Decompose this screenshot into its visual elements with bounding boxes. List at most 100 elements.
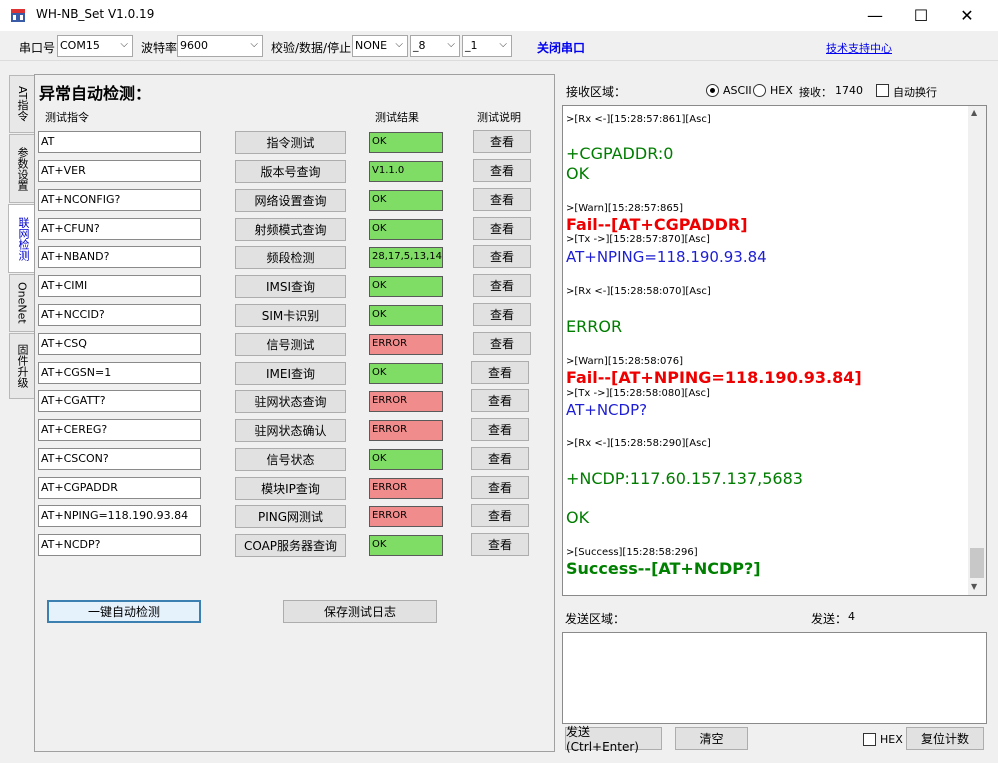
test-button[interactable]: 信号状态	[235, 448, 346, 471]
tab-onenet[interactable]: OneNet	[9, 274, 35, 332]
log-line-succ: Success--[AT+NCDP?]	[566, 559, 761, 578]
test-button[interactable]: 驻网状态查询	[235, 390, 346, 413]
chevron-down-icon: ⌵	[395, 39, 403, 50]
log-line-meta: >[Warn][15:28:58:076]	[566, 356, 684, 367]
view-button[interactable]: 查看	[473, 332, 531, 355]
hex-radio[interactable]	[753, 84, 766, 97]
tab-params[interactable]: 参数设置	[9, 134, 35, 203]
log-line-meta: >[Rx <-][15:28:57:861][Asc]	[566, 114, 711, 125]
tab-label: AT指令	[16, 86, 29, 122]
baud-select[interactable]: 9600 ⌵	[177, 35, 263, 57]
result-field: OK	[369, 449, 443, 470]
close-port-button[interactable]: 关闭串口	[537, 39, 585, 56]
data-bits-select[interactable]: _8 ⌵	[410, 35, 460, 57]
test-button[interactable]: IMSI查询	[235, 275, 346, 298]
log-line-fail: Fail--[AT+CGPADDR]	[566, 215, 748, 234]
send-button[interactable]: 发送(Ctrl+Enter)	[565, 725, 662, 754]
tab-firmware[interactable]: 固件升级	[9, 333, 35, 399]
send-textarea[interactable]	[562, 632, 987, 724]
test-button[interactable]: 网络设置查询	[235, 189, 346, 212]
minimize-button[interactable]: —	[852, 0, 898, 31]
view-button[interactable]: 查看	[471, 447, 529, 470]
view-button[interactable]: 查看	[473, 217, 531, 240]
log-line-meta: >[Success][15:28:58:296]	[566, 547, 698, 558]
view-button[interactable]: 查看	[471, 476, 529, 499]
view-button[interactable]: 查看	[471, 361, 529, 384]
cmd-input[interactable]: AT+CSCON?	[38, 448, 201, 470]
cmd-input[interactable]: AT+CGSN=1	[38, 362, 201, 384]
log-status-label: Fail	[566, 215, 598, 234]
log-status-detail: --[AT+NCDP?]	[637, 559, 761, 578]
cmd-input[interactable]: AT+CGPADDR	[38, 477, 201, 499]
view-button[interactable]: 查看	[471, 504, 529, 527]
cmd-input[interactable]: AT+VER	[38, 160, 201, 182]
receive-scrollbar[interactable]: ▲ ▼	[968, 106, 986, 595]
cmd-input[interactable]: AT+NCDP?	[38, 534, 201, 556]
close-button[interactable]: ✕	[944, 0, 990, 31]
view-button[interactable]: 查看	[473, 130, 531, 153]
scroll-down-icon[interactable]: ▼	[971, 582, 977, 591]
result-field: OK	[369, 132, 443, 153]
autowrap-checkbox[interactable]	[876, 84, 889, 97]
test-button[interactable]: 模块IP查询	[235, 477, 346, 500]
log-line-meta: >[Rx <-][15:28:58:290][Asc]	[566, 438, 711, 449]
log-line-resp: +NCDP:117.60.157.137,5683	[566, 469, 803, 488]
send-hex-label: HEX	[880, 733, 903, 746]
view-button[interactable]: 查看	[471, 389, 529, 412]
parity-select[interactable]: NONE ⌵	[352, 35, 408, 57]
result-field: ERROR	[369, 334, 443, 355]
port-select[interactable]: COM15 ⌵	[57, 35, 133, 57]
test-button[interactable]: SIM卡识别	[235, 304, 346, 327]
send-hex-checkbox[interactable]	[863, 733, 876, 746]
receive-count: 1740	[835, 84, 863, 97]
result-field: ERROR	[369, 391, 443, 412]
cmd-input[interactable]: AT+CIMI	[38, 275, 201, 297]
scroll-thumb[interactable]	[970, 548, 984, 578]
test-button[interactable]: 驻网状态确认	[235, 419, 346, 442]
cmd-input[interactable]: AT+CEREG?	[38, 419, 201, 441]
view-button[interactable]: 查看	[473, 188, 531, 211]
receive-textarea[interactable]: >[Rx <-][15:28:57:861][Asc] +CGPADDR:0 OK >…	[562, 105, 987, 596]
cmd-input[interactable]: AT+NCCID?	[38, 304, 201, 326]
col-header-result: 测试结果	[375, 111, 419, 124]
test-button[interactable]: 指令测试	[235, 131, 346, 154]
result-field: OK	[369, 190, 443, 211]
cmd-input[interactable]: AT+NPING=118.190.93.84	[38, 505, 201, 527]
tab-label: 联网检测	[17, 216, 30, 261]
log-line-resp: +CGPADDR:0	[566, 144, 674, 163]
tech-support-link[interactable]: 技术支持中心	[826, 40, 892, 56]
maximize-button[interactable]: ☐	[898, 0, 944, 31]
test-button[interactable]: 射频模式查询	[235, 218, 346, 241]
test-button[interactable]: COAP服务器查询	[235, 534, 346, 557]
clear-button[interactable]: 清空	[675, 727, 748, 750]
ascii-label: ASCII	[723, 84, 752, 97]
cmd-input[interactable]: AT	[38, 131, 201, 153]
tab-at-commands[interactable]: AT指令	[9, 75, 35, 133]
scroll-up-icon[interactable]: ▲	[971, 108, 977, 117]
view-button[interactable]: 查看	[473, 303, 531, 326]
cmd-input[interactable]: AT+CSQ	[38, 333, 201, 355]
receive-count-label: 接收：	[799, 86, 832, 99]
test-button[interactable]: PING网测试	[235, 505, 346, 528]
view-button[interactable]: 查看	[473, 274, 531, 297]
test-button[interactable]: IMEI查询	[235, 362, 346, 385]
view-button[interactable]: 查看	[473, 245, 531, 268]
test-button[interactable]: 信号测试	[235, 333, 346, 356]
view-button[interactable]: 查看	[473, 159, 531, 182]
ascii-radio[interactable]	[706, 84, 719, 97]
test-button[interactable]: 版本号查询	[235, 160, 346, 183]
cmd-input[interactable]: AT+NBAND?	[38, 246, 201, 268]
reset-count-button[interactable]: 复位计数	[906, 727, 984, 750]
cmd-input[interactable]: AT+CGATT?	[38, 390, 201, 412]
view-button[interactable]: 查看	[471, 533, 529, 556]
stop-bits-select[interactable]: _1 ⌵	[462, 35, 512, 57]
cmd-input[interactable]: AT+CFUN?	[38, 218, 201, 240]
log-line-fail: Fail--[AT+NPING=118.190.93.84]	[566, 368, 862, 387]
tab-network-check[interactable]: 联网检测	[8, 204, 37, 273]
cmd-input[interactable]: AT+NCONFIG?	[38, 189, 201, 211]
view-button[interactable]: 查看	[471, 418, 529, 441]
save-log-button[interactable]: 保存测试日志	[283, 600, 437, 623]
result-field: 28,17,5,13,14	[369, 247, 443, 268]
test-button[interactable]: 频段检测	[235, 246, 346, 269]
auto-check-button[interactable]: 一键自动检测	[47, 600, 201, 623]
